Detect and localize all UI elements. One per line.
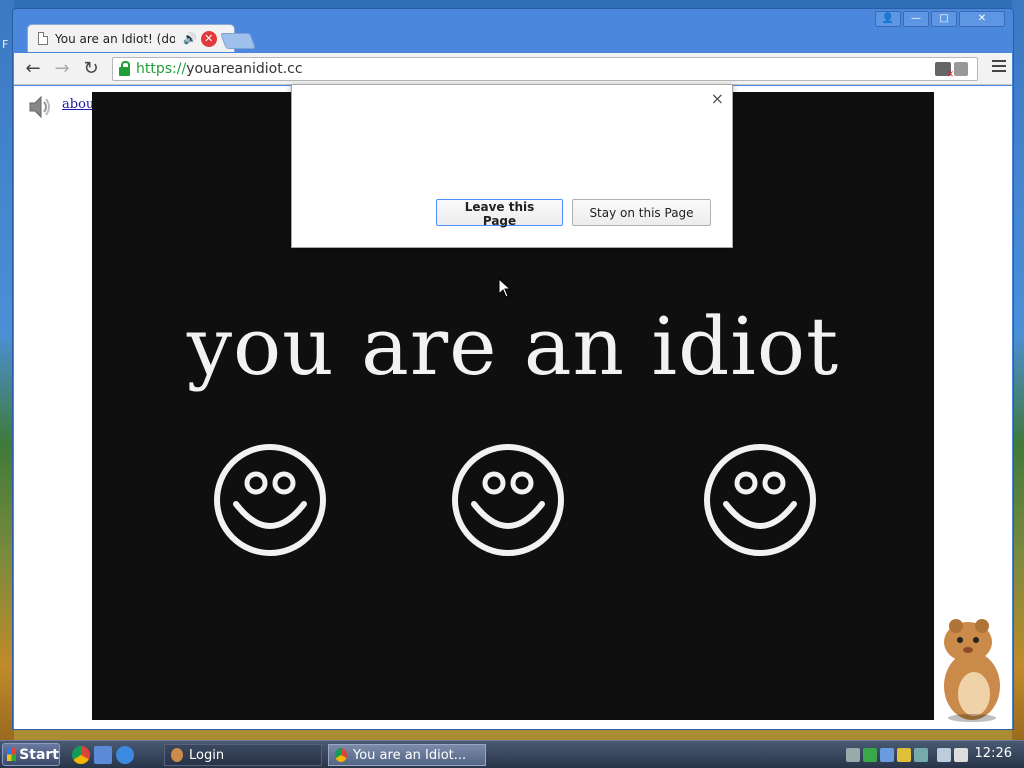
lock-icon [119, 60, 130, 76]
tab-active[interactable]: You are an Idiot! (dot 🔊 ✕ [27, 24, 235, 52]
tray-app-icon[interactable] [846, 748, 860, 762]
desktop-quicklaunch-icon[interactable] [94, 746, 112, 764]
menu-icon[interactable] [992, 60, 1006, 74]
start-button[interactable]: Start [2, 743, 60, 766]
extension-icon[interactable] [954, 62, 968, 76]
volume-icon[interactable] [954, 748, 968, 762]
stay-on-page-button[interactable]: Stay on this Page [572, 199, 711, 226]
leave-page-button[interactable]: Leave this Page [436, 199, 563, 228]
chrome-quicklaunch-icon[interactable] [72, 746, 90, 764]
page-icon [38, 32, 48, 45]
tray-update-icon[interactable] [897, 748, 911, 762]
user-profile-button[interactable]: 👤 [875, 11, 901, 27]
hamster-mascot-icon [944, 619, 1000, 722]
mouse-cursor-icon [498, 278, 512, 298]
back-arrow-icon[interactable]: ← [22, 58, 44, 80]
headline: you are an idiot [186, 300, 840, 393]
minimize-button[interactable]: — [903, 11, 929, 27]
smiley-icon [704, 444, 816, 556]
ie-quicklaunch-icon[interactable] [116, 746, 134, 764]
close-window-button[interactable]: ✕ [959, 11, 1005, 27]
url-host: youareanidiot.cc [186, 61, 303, 77]
audio-icon[interactable]: 🔊 [183, 32, 197, 45]
windows-flag-icon [7, 748, 17, 761]
tab-close-icon[interactable]: ✕ [200, 30, 217, 47]
smiley-icon [452, 444, 564, 556]
tray-network-icon[interactable] [880, 748, 894, 762]
speaker-icon[interactable] [24, 92, 54, 122]
tray-display-icon[interactable] [914, 748, 928, 762]
title-bar: You are an Idiot! (dot 🔊 ✕ 👤 — □ ✕ [13, 9, 1013, 53]
window-controls: 👤 — □ ✕ [875, 11, 1005, 27]
chrome-icon [335, 748, 347, 762]
desktop-icon-fragment: F [2, 38, 9, 51]
hamster-icon [171, 748, 183, 762]
address-bar[interactable]: https:// youareanidiot.cc [112, 57, 978, 81]
blocked-popup-icon[interactable] [935, 62, 954, 80]
dialog-close-icon[interactable]: × [711, 89, 724, 108]
forward-arrow-icon[interactable]: → [51, 58, 73, 80]
taskbar-item-label: Login [189, 747, 225, 763]
reload-icon[interactable]: ↻ [80, 58, 102, 80]
browser-toolbar: ← → ↻ https:// youareanidiot.cc [14, 53, 1012, 85]
smiley-icon [214, 444, 326, 556]
maximize-button[interactable]: □ [931, 11, 957, 27]
tab-title: You are an Idiot! (dot [55, 31, 175, 46]
tray-security-icon[interactable] [863, 748, 877, 762]
taskbar-item-login[interactable]: Login [164, 744, 322, 766]
extension-icons [935, 62, 969, 80]
new-tab-button[interactable] [220, 33, 256, 49]
taskbar-item-idiot[interactable]: You are an Idiot... [328, 744, 486, 766]
taskbar-item-label: You are an Idiot... [353, 747, 467, 763]
url-scheme: https:// [136, 61, 187, 77]
taskbar: Start Login You are an Idiot... 12:26 [0, 740, 1024, 768]
leave-page-dialog: × Leave this Page Stay on this Page [291, 84, 733, 248]
taskbar-clock: 12:26 [974, 746, 1012, 761]
tray-monitor-icon[interactable] [937, 748, 951, 762]
start-label: Start [19, 746, 59, 763]
